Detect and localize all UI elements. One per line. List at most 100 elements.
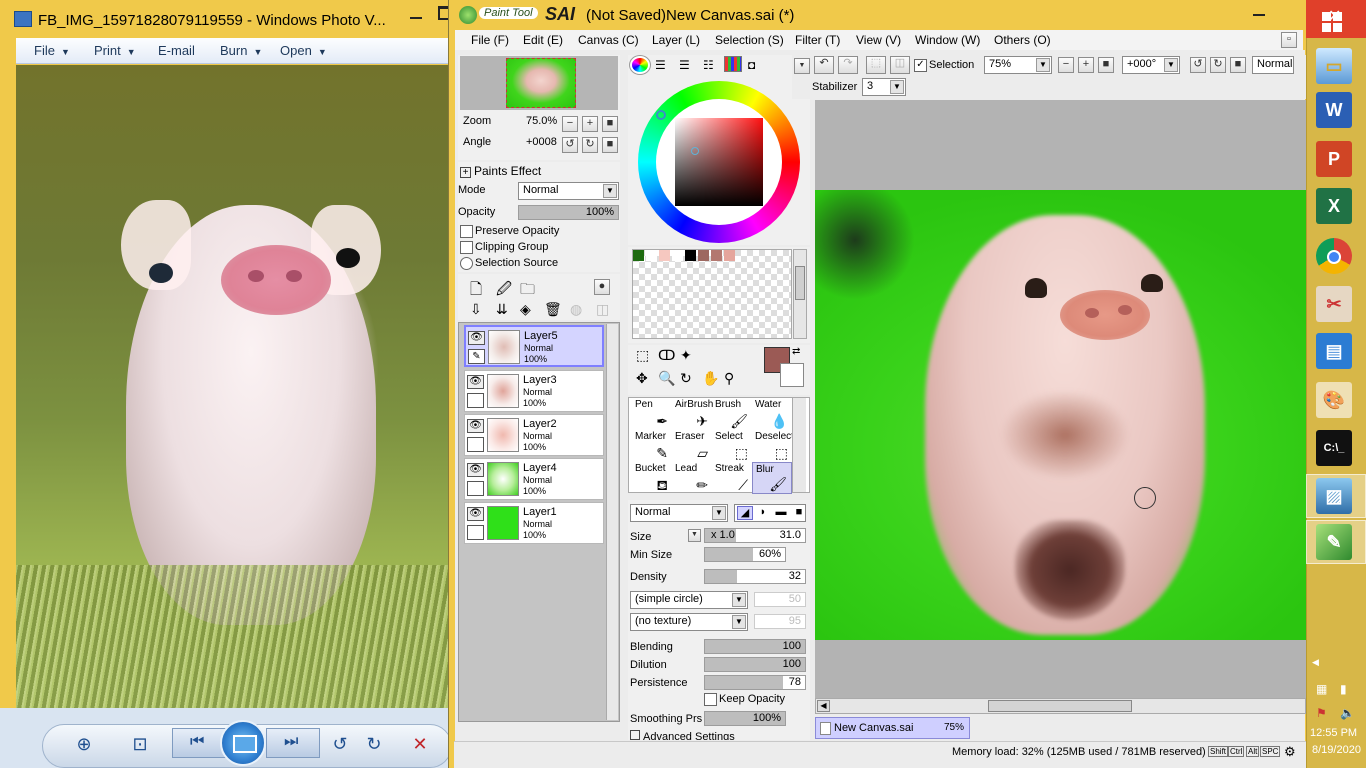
tool-water[interactable]: Water 💧	[752, 398, 792, 430]
minimize-button[interactable]	[1253, 14, 1265, 16]
eye-icon[interactable]: 👁	[467, 507, 484, 521]
menu-selection[interactable]: Selection (S)	[715, 33, 784, 47]
cmd-icon[interactable]: C:\_	[1316, 430, 1352, 466]
restore-button[interactable]: ▫	[1281, 32, 1297, 48]
persistence-slider[interactable]: 78	[704, 675, 806, 690]
menu-email[interactable]: E-mail	[158, 43, 195, 58]
menu-file[interactable]: File ▼	[34, 43, 70, 58]
mode-dropdown[interactable]: Normal ▼	[518, 182, 619, 200]
brush-blend-dropdown[interactable]: Normal ▼	[630, 504, 728, 522]
advanced-settings-toggle[interactable]: Advanced Settings	[630, 730, 735, 740]
hand-icon[interactable]: ✋	[702, 370, 719, 387]
tools-scrollbar[interactable]	[792, 398, 806, 492]
eye-icon[interactable]: 👁	[467, 375, 484, 389]
scratchpad-tab-icon[interactable]: ◘	[748, 58, 755, 72]
secondary-color[interactable]	[780, 363, 804, 387]
layer-item[interactable]: 👁 Layer1 Normal 100%	[464, 502, 604, 544]
layer-lock-box[interactable]	[467, 437, 484, 452]
rotation-dropdown[interactable]: +000° ▼	[1122, 56, 1180, 74]
color-swatch[interactable]	[724, 250, 735, 261]
eyedropper-icon[interactable]: ⚲	[724, 370, 734, 387]
word-icon[interactable]: W	[1316, 92, 1352, 128]
menu-canvas[interactable]: Canvas (C)	[578, 33, 639, 47]
invert-selection-icon[interactable]: ◫	[890, 56, 910, 74]
volume-icon[interactable]: 🔈	[1340, 706, 1355, 720]
brush-lock-icon[interactable]: ✎	[468, 349, 485, 364]
rotate-right-icon[interactable]: ↻	[362, 732, 386, 756]
excel-icon[interactable]: X	[1316, 188, 1352, 224]
layer-item[interactable]: 👁 ✎ Layer5 Normal 100%	[464, 325, 604, 367]
color-swatch[interactable]	[646, 250, 657, 261]
battery-icon[interactable]: ▮	[1340, 682, 1347, 696]
zoom-in-icon[interactable]: +	[582, 116, 598, 132]
layer-lock-box[interactable]	[467, 525, 484, 540]
hsv-sliders-tab-icon[interactable]: ☰	[679, 58, 690, 72]
scroll-left-icon[interactable]: ◀	[817, 700, 830, 712]
zoom-icon[interactable]: 🔍	[658, 370, 675, 387]
show-hidden-icons[interactable]: ◀	[1312, 657, 1319, 668]
angle-value[interactable]: +0008	[526, 136, 557, 148]
min-size-slider[interactable]: 60%	[704, 547, 786, 562]
swatch-grid[interactable]	[632, 249, 792, 339]
layer-lock-box[interactable]	[467, 393, 484, 408]
rgb-sliders-tab-icon[interactable]: ☰	[655, 58, 666, 72]
deselect-icon[interactable]: ⬚	[866, 56, 886, 74]
layers-scrollbar[interactable]	[606, 324, 618, 720]
tool-deselect[interactable]: Deselect ⬚	[752, 430, 794, 462]
chevron-down-icon[interactable]: ▼	[794, 58, 810, 74]
chrome-icon[interactable]	[1316, 238, 1352, 274]
hard-tip-icon[interactable]: ◢	[737, 506, 753, 520]
menu-layer[interactable]: Layer (L)	[652, 33, 700, 47]
clock-time[interactable]: 12:55 PM	[1310, 727, 1357, 739]
paints-effect-toggle[interactable]: + Paints Effect	[460, 164, 541, 178]
tool-eraser[interactable]: Eraser ▱	[672, 430, 712, 462]
menu-file[interactable]: File (F)	[471, 33, 509, 47]
keep-opacity-checkbox[interactable]	[704, 693, 717, 706]
clipping-group-checkbox[interactable]	[460, 241, 473, 254]
tool-streak[interactable]: Streak ⟋	[712, 462, 752, 494]
windows-explorer-icon[interactable]: ▭	[1316, 48, 1352, 84]
settings-icon[interactable]: ⚙	[1284, 744, 1296, 760]
density-slider[interactable]: 32	[704, 569, 806, 584]
rotate-reset-icon[interactable]: ■	[1230, 57, 1246, 73]
opacity-slider[interactable]: 100%	[518, 205, 619, 220]
layer-item[interactable]: 👁 Layer4 Normal 100%	[464, 458, 604, 500]
soft-tip-icon[interactable]: ◗	[755, 506, 771, 520]
photo-viewer-icon[interactable]: ▨	[1316, 478, 1352, 514]
view-mode-dropdown[interactable]: Normal	[1252, 56, 1294, 74]
redo-icon[interactable]: ↷	[838, 56, 858, 74]
menu-view[interactable]: View (V)	[856, 33, 901, 47]
canvas-image[interactable]	[815, 190, 1306, 640]
menu-open[interactable]: Open ▼	[280, 43, 327, 58]
layer-lock-box[interactable]	[467, 481, 484, 496]
tool-brush[interactable]: Brush 🖌	[712, 398, 752, 430]
tool-pen[interactable]: Pen ✒	[632, 398, 672, 430]
menu-others[interactable]: Others (O)	[994, 33, 1051, 47]
menu-burn[interactable]: Burn ▼	[220, 43, 262, 58]
color-swatch[interactable]	[659, 250, 670, 261]
windows-start-icon[interactable]	[1322, 12, 1342, 32]
paint-icon[interactable]: ✂	[1316, 286, 1352, 322]
brush-shape-selector[interactable]: ◢ ◗ ▬ ■	[734, 504, 806, 522]
paint-tool-sai-icon[interactable]: ✎	[1316, 524, 1352, 560]
menu-edit[interactable]: Edit (E)	[523, 33, 563, 47]
remote-desktop-icon[interactable]: ▤	[1316, 333, 1352, 369]
eye-icon[interactable]: 👁	[467, 419, 484, 433]
slideshow-button[interactable]	[220, 720, 266, 766]
tool-select[interactable]: Select ⬚	[712, 430, 752, 462]
zoom-in-icon[interactable]: +	[1078, 57, 1094, 73]
saturation-value-square[interactable]	[675, 118, 763, 206]
apply-mask-icon[interactable]: ●	[594, 279, 610, 295]
flag-icon[interactable]: ⚑	[1316, 706, 1327, 720]
palette-tab-icon[interactable]	[724, 56, 742, 72]
rotate-right-icon[interactable]: ↻	[1210, 57, 1226, 73]
next-button[interactable]: ⏭	[266, 728, 320, 758]
clock-date[interactable]: 8/19/2020	[1312, 744, 1361, 756]
magic-wand-icon[interactable]: ✦	[680, 347, 692, 364]
tool-lead[interactable]: Lead ✏	[672, 462, 712, 494]
move-icon[interactable]: ✥	[636, 370, 648, 387]
undo-icon[interactable]: ↶	[814, 56, 834, 74]
network-icon[interactable]: ▦	[1316, 682, 1327, 696]
horizontal-scrollbar[interactable]: ◀	[815, 698, 1306, 714]
swatch-scrollbar[interactable]	[793, 249, 807, 339]
